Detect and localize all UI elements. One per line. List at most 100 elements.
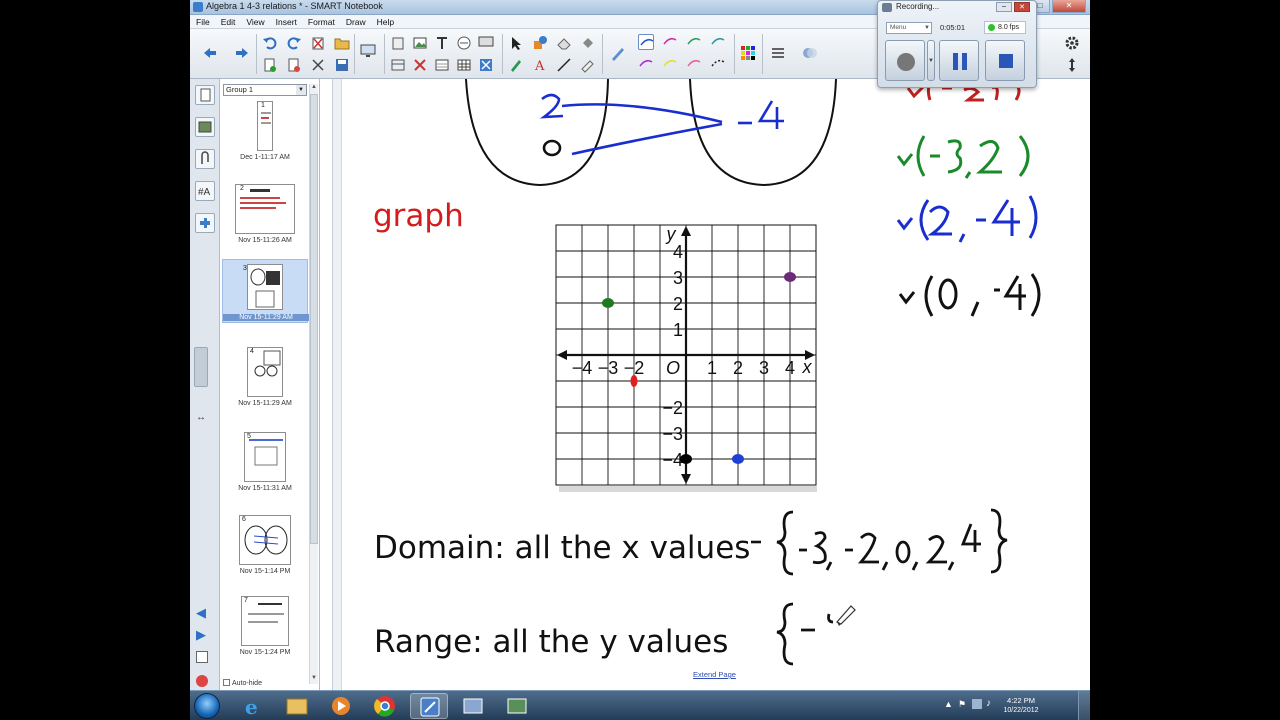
taskbar-explorer-icon[interactable] (278, 693, 316, 719)
insert-page-icon[interactable] (262, 57, 278, 73)
start-button[interactable] (194, 693, 220, 719)
text-tool-icon[interactable] (434, 35, 450, 51)
insert-image-icon[interactable] (412, 35, 428, 51)
pen-style-purple[interactable] (638, 56, 654, 72)
pen-style-yellow[interactable] (662, 56, 678, 72)
taskbar-media-icon[interactable] (322, 693, 360, 719)
resize-arrows-icon[interactable]: ↔ (196, 412, 206, 423)
taskbar-ie-icon[interactable]: e (234, 693, 272, 719)
menu-insert[interactable]: Insert (270, 15, 302, 28)
page-thumbnail-selected[interactable]: 3 Nov 15-11:29 AM (222, 259, 309, 323)
menu-help[interactable]: Help (371, 15, 399, 28)
properties-tab[interactable]: #A (195, 181, 215, 201)
pen-style-green[interactable] (686, 34, 702, 50)
page-sorter-scrollbar[interactable]: ▲ ▼ (309, 84, 318, 684)
save-icon[interactable] (334, 57, 350, 73)
y-axis-label: y (665, 224, 677, 244)
screen-icon[interactable] (360, 43, 376, 59)
page-sorter-tab[interactable] (195, 85, 215, 105)
font-color-icon[interactable]: A (532, 57, 548, 73)
undo-icon[interactable] (262, 35, 278, 51)
recorder-close-button[interactable]: ✕ (1014, 2, 1030, 12)
cut-icon[interactable] (310, 57, 326, 73)
page-thumbnail[interactable]: 4 Nov 15-11:29 AM (222, 347, 308, 411)
action-center-flag-icon[interactable]: ⚑ (958, 699, 966, 710)
tray-expand-icon[interactable]: ▲ (944, 699, 953, 709)
pen-style-magenta[interactable] (662, 34, 678, 50)
pen-style-blue[interactable] (638, 34, 654, 50)
shapes-icon[interactable] (532, 35, 548, 51)
fill-icon[interactable] (580, 35, 596, 51)
document-camera-icon[interactable] (478, 35, 494, 51)
record-options-button[interactable]: ▼ (927, 40, 935, 81)
line-style-icon[interactable] (770, 45, 786, 61)
sidebar-collapse-handle[interactable] (194, 347, 208, 387)
attachments-tab[interactable] (195, 149, 215, 169)
next-page-icon[interactable]: ▶ (196, 627, 206, 643)
data-point (602, 298, 614, 308)
auto-hide-checkbox[interactable]: Auto-hide (223, 679, 262, 687)
gallery-icon[interactable] (456, 35, 472, 51)
addons-tab[interactable] (195, 213, 215, 233)
color-palette-icon[interactable] (740, 45, 756, 61)
extend-page-link[interactable]: Extend Page (693, 670, 736, 679)
canvas-scrollbar[interactable] (333, 79, 342, 690)
pen-icon[interactable] (610, 45, 626, 61)
page-thumbnail[interactable]: 7 Nov 15-1:24 PM (222, 596, 308, 660)
pen-style-dashed[interactable] (710, 56, 726, 72)
page-thumbnail[interactable]: 6 Nov 15-1:14 PM (222, 515, 308, 579)
paste-icon[interactable] (390, 35, 406, 51)
close-button[interactable]: ✕ (1052, 0, 1086, 13)
magic-pen-icon[interactable] (580, 57, 596, 73)
taskbar-smart-notebook-icon[interactable] (410, 693, 448, 719)
page-sorter-icon[interactable] (434, 57, 450, 73)
page-thumbnail[interactable]: 1 Dec 1-11:17 AM (222, 101, 308, 165)
taskbar-app-icon[interactable] (498, 693, 536, 719)
page-thumbnail[interactable]: 5 Nov 15-11:31 AM (222, 432, 308, 496)
menu-file[interactable]: File (190, 15, 215, 28)
pause-button[interactable] (939, 40, 979, 81)
back-arrow-icon[interactable] (202, 45, 218, 61)
move-toolbar-icon[interactable] (1064, 57, 1080, 73)
page-thumbnail[interactable]: 2 Nov 15-11:26 AM (222, 184, 308, 248)
remove-page-icon[interactable] (196, 675, 208, 687)
delete-page-icon[interactable] (310, 35, 326, 51)
menu-format[interactable]: Format (302, 15, 340, 28)
recorder-menu-select[interactable]: Menu ▼ (886, 22, 932, 34)
eraser-icon[interactable] (556, 35, 572, 51)
recorder-minimize-button[interactable]: – (996, 2, 1012, 12)
open-file-icon[interactable] (334, 35, 350, 51)
handwritten-ordered-pairs (896, 79, 1041, 317)
gallery-tab[interactable] (195, 117, 215, 137)
select-arrow-icon[interactable] (508, 35, 524, 51)
settings-gear-icon[interactable] (1064, 35, 1080, 51)
menu-view[interactable]: View (240, 15, 269, 28)
delete-icon[interactable] (412, 57, 428, 73)
show-desktop-button[interactable] (1078, 691, 1090, 720)
forward-arrow-icon[interactable] (234, 45, 250, 61)
record-button[interactable] (885, 40, 925, 81)
transparency-icon[interactable] (802, 45, 818, 61)
page-tools-icon[interactable] (286, 57, 302, 73)
taskbar-chrome-icon[interactable] (366, 693, 404, 719)
group-select[interactable]: Group 1 ▼ (223, 84, 307, 96)
data-point (630, 375, 638, 387)
line-tool-icon[interactable] (556, 57, 572, 73)
clock-time[interactable]: 4:22 PM (996, 696, 1046, 705)
previous-page-icon[interactable]: ◀ (196, 605, 206, 621)
pen-style-pink[interactable] (686, 56, 702, 72)
clock-date[interactable]: 10/22/2012 (996, 707, 1046, 714)
screen-shade-icon[interactable] (390, 57, 406, 73)
table-icon[interactable] (456, 57, 472, 73)
stop-button[interactable] (985, 40, 1025, 81)
menu-draw[interactable]: Draw (340, 15, 371, 28)
volume-icon[interactable]: ♪ (986, 698, 991, 709)
add-page-icon[interactable] (196, 651, 208, 663)
network-icon[interactable] (972, 699, 982, 709)
pen-style-teal[interactable] (710, 34, 726, 50)
dual-page-icon[interactable] (478, 57, 494, 73)
taskbar-recorder-icon[interactable] (454, 693, 492, 719)
redo-icon[interactable] (286, 35, 302, 51)
pens-icon[interactable] (508, 57, 524, 73)
menu-edit[interactable]: Edit (215, 15, 241, 28)
